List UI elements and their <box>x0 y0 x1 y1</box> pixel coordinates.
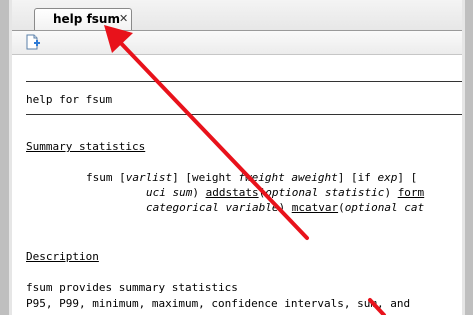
summary-heading: Summary statistics <box>26 140 146 153</box>
mcatvar-link[interactable]: mcatvar <box>292 201 338 214</box>
tab-bar: help fsum ✕ <box>12 0 462 31</box>
description-line-2: P95, P99, minimum, maximum, confidence i… <box>26 297 411 310</box>
help-title: help for fsum <box>26 93 113 106</box>
new-viewer-icon[interactable] <box>25 34 41 50</box>
description-line-1: fsum provides summary statistics <box>26 281 238 294</box>
tab-help-fsum[interactable]: help fsum ✕ <box>34 8 132 30</box>
syntax-line-3: categorical variable) mcatvar(optional c… <box>146 201 425 214</box>
divider-bottom <box>26 114 462 115</box>
description-heading: Description <box>26 250 99 263</box>
close-icon[interactable]: ✕ <box>119 12 128 26</box>
syntax-line-2: uci sum) addstats(optional statistic) fo… <box>146 186 425 199</box>
window-frame-right <box>465 0 473 315</box>
syntax-command: fsum <box>86 171 113 184</box>
toolbar <box>12 31 462 55</box>
help-viewer-window: help fsum ✕ help for fsum Summary statis… <box>0 0 473 315</box>
divider-top <box>26 81 462 82</box>
addstats-link[interactable]: addstats <box>206 186 259 199</box>
help-content: help for fsum Summary statistics fsum [v… <box>12 55 462 315</box>
format-link[interactable]: form <box>398 186 425 199</box>
syntax-line-1: fsum [varlist] [weight fweight aweight] … <box>86 171 418 184</box>
tab-label: help fsum <box>53 12 120 26</box>
window-frame-left <box>0 0 9 315</box>
